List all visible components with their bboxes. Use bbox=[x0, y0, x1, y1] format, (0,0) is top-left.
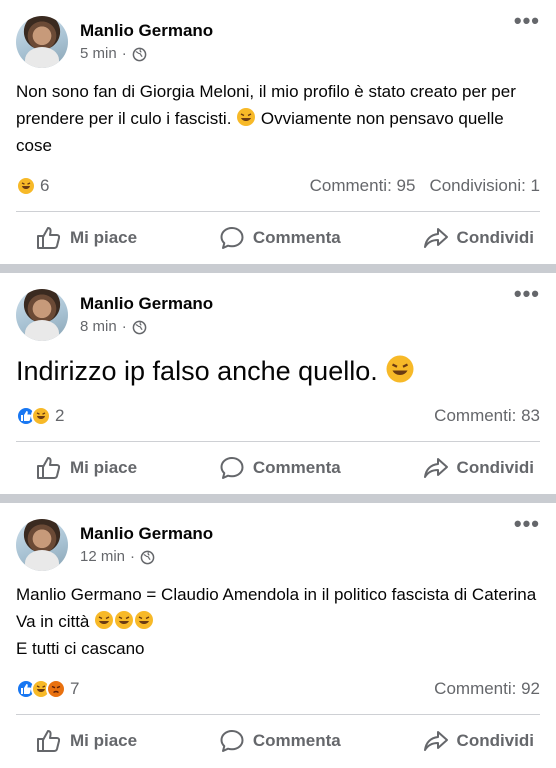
time-row: 12 min · bbox=[80, 547, 213, 567]
post-separator bbox=[0, 264, 556, 273]
angry-reaction-icon bbox=[46, 679, 66, 699]
time-row: 8 min · bbox=[80, 317, 213, 337]
post: Manlio Germano 12 min · ••• Manlio Germa… bbox=[0, 503, 556, 767]
rofl-emoji-icon bbox=[237, 108, 256, 126]
comment-label: Commenta bbox=[252, 731, 341, 750]
comments-count[interactable]: Commenti: 92 bbox=[434, 679, 540, 698]
post-meta: Manlio Germano 5 min · bbox=[80, 20, 213, 64]
comments-count[interactable]: Commenti: 95 bbox=[310, 176, 416, 195]
avatar[interactable] bbox=[16, 16, 68, 68]
share-label: Condividi bbox=[456, 731, 534, 750]
more-options-icon[interactable]: ••• bbox=[514, 283, 540, 305]
share-label: Condividi bbox=[456, 228, 534, 247]
post-header: Manlio Germano 12 min · bbox=[16, 503, 540, 575]
reactions-summary[interactable]: 7 bbox=[16, 679, 79, 699]
post-text: Manlio Germano = Claudio Amendola in il … bbox=[16, 581, 540, 662]
more-options-icon[interactable]: ••• bbox=[514, 513, 540, 535]
rofl-emoji-icon bbox=[115, 611, 134, 629]
reactions-summary[interactable]: 6 bbox=[16, 176, 49, 196]
comment-button[interactable]: Commenta bbox=[219, 729, 341, 753]
globe-icon bbox=[140, 550, 155, 564]
share-arrow-icon bbox=[423, 458, 448, 478]
like-button[interactable]: Mi piace bbox=[36, 456, 137, 480]
share-arrow-icon bbox=[423, 731, 448, 751]
globe-icon bbox=[132, 320, 147, 334]
comment-button[interactable]: Commenta bbox=[219, 226, 341, 250]
post-counts: 7 Commenti: 92 bbox=[16, 672, 540, 706]
reaction-count: 7 bbox=[70, 679, 80, 698]
post-meta: Manlio Germano 12 min · bbox=[80, 523, 213, 567]
comment-bubble-icon bbox=[220, 457, 244, 479]
reactions-summary[interactable]: 2 bbox=[16, 406, 64, 426]
thumbs-up-icon bbox=[37, 457, 61, 479]
separator-dot: · bbox=[130, 548, 136, 565]
post-counts: 2 Commenti: 83 bbox=[16, 399, 540, 433]
author-name[interactable]: Manlio Germano bbox=[80, 20, 213, 42]
post-stats: Commenti: 92 bbox=[434, 679, 540, 699]
like-label: Mi piace bbox=[70, 458, 138, 477]
shares-count[interactable]: Condivisioni: 1 bbox=[429, 176, 540, 195]
post-header: Manlio Germano 8 min · bbox=[16, 273, 540, 345]
comments-count[interactable]: Commenti: 83 bbox=[434, 406, 540, 425]
post-text-part: Indirizzo ip falso anche quello. bbox=[16, 356, 386, 386]
comment-label: Commenta bbox=[252, 458, 341, 477]
thumbs-up-icon bbox=[37, 730, 61, 752]
author-name[interactable]: Manlio Germano bbox=[80, 523, 213, 545]
action-bar: Mi piace Commenta Condividi bbox=[16, 212, 540, 264]
timestamp[interactable]: 8 min bbox=[80, 317, 117, 337]
more-options-icon[interactable]: ••• bbox=[514, 10, 540, 32]
haha-reaction-icon bbox=[31, 406, 51, 426]
separator-dot: · bbox=[121, 318, 127, 335]
avatar[interactable] bbox=[16, 289, 68, 341]
post-text: Indirizzo ip falso anche quello. bbox=[16, 353, 540, 389]
post-text-part: E tutti ci cascano bbox=[16, 639, 145, 658]
share-button[interactable]: Condividi bbox=[423, 729, 534, 753]
action-bar: Mi piace Commenta Condividi bbox=[16, 442, 540, 494]
action-bar: Mi piace Commenta Condividi bbox=[16, 715, 540, 767]
post-separator bbox=[0, 494, 556, 503]
time-row: 5 min · bbox=[80, 44, 213, 64]
comment-button[interactable]: Commenta bbox=[219, 456, 341, 480]
comment-bubble-icon bbox=[220, 227, 244, 249]
thumbs-up-icon bbox=[37, 227, 61, 249]
post-text: Non sono fan di Giorgia Meloni, il mio p… bbox=[16, 78, 540, 159]
share-label: Condividi bbox=[456, 458, 534, 477]
avatar[interactable] bbox=[16, 519, 68, 571]
like-button[interactable]: Mi piace bbox=[36, 729, 137, 753]
timestamp[interactable]: 5 min bbox=[80, 44, 117, 64]
globe-icon bbox=[132, 47, 147, 61]
post: Manlio Germano 5 min · ••• Non sono fan … bbox=[0, 0, 556, 264]
separator-dot: · bbox=[121, 45, 127, 62]
post-meta: Manlio Germano 8 min · bbox=[80, 293, 213, 337]
post-stats: Commenti: 83 bbox=[434, 406, 540, 426]
rofl-emoji-icon bbox=[95, 611, 114, 629]
reaction-count: 2 bbox=[55, 406, 65, 425]
rofl-emoji-icon bbox=[135, 611, 154, 629]
post: Manlio Germano 8 min · ••• Indirizzo ip … bbox=[0, 273, 556, 494]
post-stats: Commenti: 95 Condivisioni: 1 bbox=[310, 176, 540, 196]
share-arrow-icon bbox=[423, 228, 448, 248]
author-name[interactable]: Manlio Germano bbox=[80, 293, 213, 315]
timestamp[interactable]: 12 min bbox=[80, 547, 125, 567]
haha-reaction-icon bbox=[16, 176, 36, 196]
share-button[interactable]: Condividi bbox=[423, 226, 534, 250]
comment-label: Commenta bbox=[252, 228, 341, 247]
like-label: Mi piace bbox=[70, 731, 138, 750]
post-counts: 6 Commenti: 95 Condivisioni: 1 bbox=[16, 169, 540, 203]
like-button[interactable]: Mi piace bbox=[36, 226, 137, 250]
comment-bubble-icon bbox=[220, 730, 244, 752]
share-button[interactable]: Condividi bbox=[423, 456, 534, 480]
rofl-emoji-icon bbox=[386, 355, 414, 383]
feed: Manlio Germano 5 min · ••• Non sono fan … bbox=[0, 0, 556, 767]
post-header: Manlio Germano 5 min · bbox=[16, 0, 540, 72]
reaction-count: 6 bbox=[40, 176, 50, 195]
like-label: Mi piace bbox=[70, 228, 138, 247]
